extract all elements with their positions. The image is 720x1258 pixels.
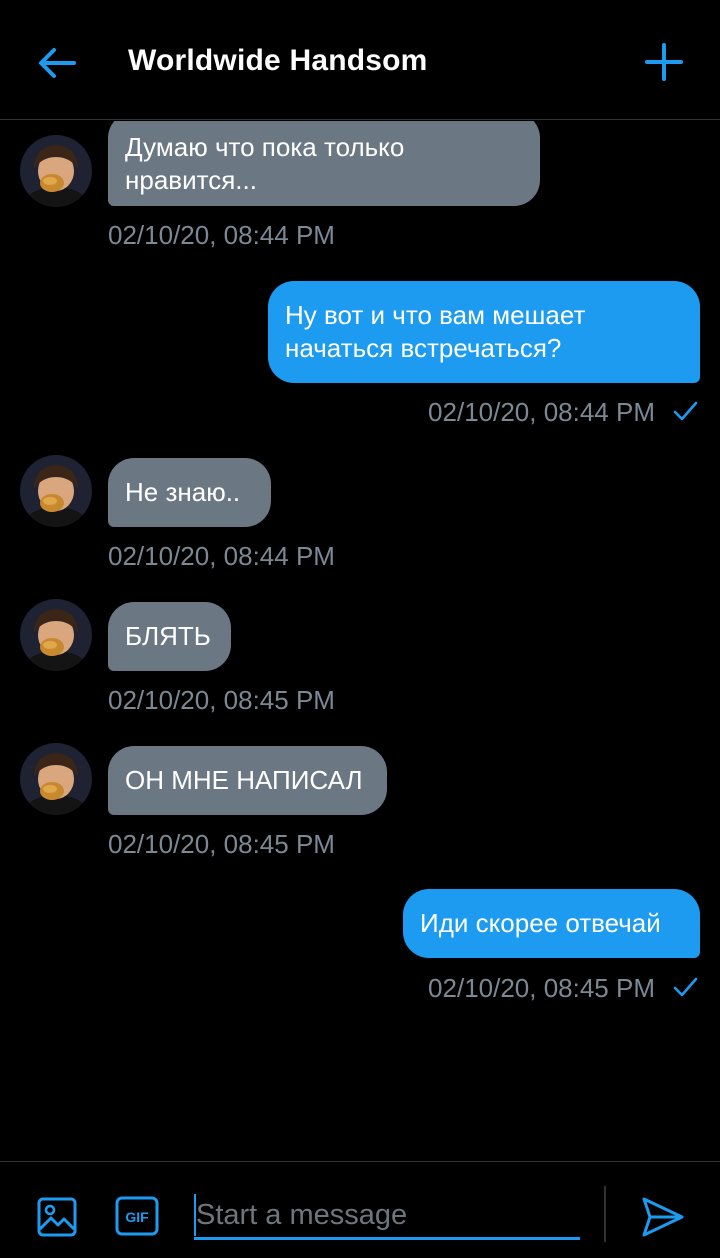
avatar[interactable] — [20, 743, 92, 815]
message-timestamp: 02/10/20, 08:45 PM — [428, 973, 655, 1003]
message-bubble-incoming[interactable]: ОН МНЕ НАПИСАЛ — [108, 746, 387, 815]
message-bubble-incoming[interactable]: Не знаю.. — [108, 458, 271, 527]
message-text: Иди скорее отвечай — [420, 908, 661, 938]
message-text: Думаю что пока только — [125, 132, 405, 162]
message-timestamp: 02/10/20, 08:45 PM — [108, 829, 335, 859]
read-check-icon — [673, 401, 698, 421]
message-input-wrapper — [194, 1194, 580, 1240]
message-timestamp: 02/10/20, 08:44 PM — [428, 397, 655, 427]
message-bubble-outgoing[interactable]: Иди скорее отвечай — [403, 889, 700, 958]
message-text: начаться встречаться? — [285, 333, 562, 363]
message-bubble-incoming[interactable]: Думаю что пока только нравится... — [108, 121, 540, 206]
message-input[interactable] — [194, 1194, 580, 1236]
gif-button[interactable]: GIF — [115, 1196, 159, 1236]
plus-icon[interactable] — [644, 42, 684, 82]
message-bubble-incoming[interactable]: БЛЯТЬ — [108, 602, 231, 671]
avatar[interactable] — [20, 599, 92, 671]
back-arrow-icon[interactable] — [36, 42, 78, 84]
composer-divider — [604, 1186, 606, 1242]
gif-label: GIF — [125, 1209, 149, 1225]
avatar[interactable] — [20, 455, 92, 527]
message-timestamp: 02/10/20, 08:45 PM — [108, 685, 335, 715]
message-list[interactable]: Думаю что пока только нравится... 02/10/… — [0, 121, 720, 1161]
avatar[interactable] — [20, 135, 92, 207]
read-check-icon — [673, 977, 698, 997]
message-bubble-outgoing[interactable]: Ну вот и что вам мешает начаться встреча… — [268, 281, 700, 383]
message-timestamp: 02/10/20, 08:44 PM — [108, 541, 335, 571]
message-timestamp: 02/10/20, 08:44 PM — [108, 220, 335, 250]
message-composer: GIF — [0, 1161, 720, 1258]
image-icon[interactable] — [36, 1196, 78, 1238]
message-text: БЛЯТЬ — [125, 621, 211, 651]
message-text: ОН МНЕ НАПИСАЛ — [125, 765, 363, 795]
message-text: Ну вот и что вам мешает — [285, 300, 586, 330]
send-icon[interactable] — [640, 1194, 686, 1240]
message-text: нравится... — [125, 165, 257, 195]
chat-header: Worldwide Handsom — [0, 0, 720, 120]
conversation-title[interactable]: Worldwide Handsom — [128, 44, 428, 78]
message-text: Не знаю.. — [125, 477, 241, 507]
